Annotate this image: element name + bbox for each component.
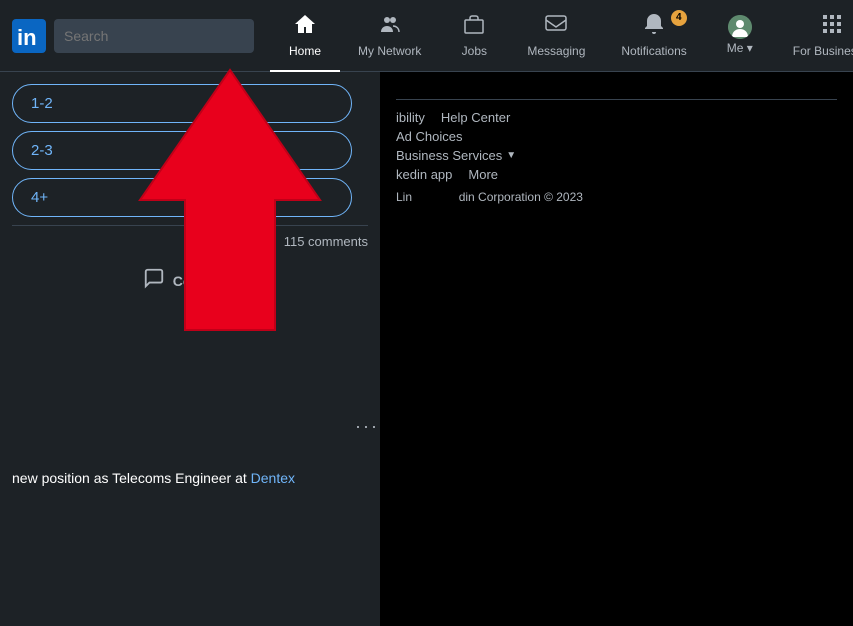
business-services-dropdown-icon: ▼	[506, 150, 516, 161]
for-business-icon	[820, 12, 844, 42]
my-network-icon	[378, 12, 402, 42]
comments-count: 115 comments	[12, 225, 368, 257]
comment-button[interactable]: Comment	[12, 257, 368, 304]
footer-link-business-services[interactable]: Business Services ▼	[396, 148, 516, 163]
footer-link-help-center[interactable]: Help Center	[441, 110, 510, 125]
nav-jobs-label: Jobs	[462, 44, 487, 58]
post-preview: new position as Telecoms Engineer at Den…	[0, 460, 375, 496]
nav-item-home[interactable]: Home	[270, 0, 340, 72]
copyright-text: Lin din Corporation © 2023	[396, 190, 837, 204]
range-btn-2-3[interactable]: 2-3	[12, 131, 352, 170]
footer-row-4: kedin app More	[396, 167, 837, 182]
nav-item-jobs[interactable]: Jobs	[439, 0, 509, 72]
range-btn-4plus[interactable]: 4+	[12, 178, 352, 217]
nav-mynetwork-label: My Network	[358, 44, 421, 58]
footer-row-1: ibility Help Center	[396, 110, 837, 125]
notifications-icon	[642, 12, 666, 42]
nav-home-label: Home	[289, 44, 321, 58]
range-btn-1-2[interactable]: 1-2	[12, 84, 352, 123]
nav-item-my-network[interactable]: My Network	[340, 0, 439, 72]
footer-row-2: Ad Choices	[396, 129, 837, 144]
nav-item-me[interactable]: Me ▾	[705, 0, 775, 72]
notifications-badge: 4	[671, 10, 687, 26]
footer-link-ad-choices[interactable]: Ad Choices	[396, 129, 462, 144]
comment-icon	[143, 267, 165, 294]
nav-item-messaging[interactable]: Messaging	[509, 0, 603, 72]
footer-link-ability[interactable]: ibility	[396, 110, 425, 125]
dentex-link[interactable]: Dentex	[251, 470, 295, 486]
left-panel: 1-2 2-3 4+ 115 comments Comment	[0, 72, 380, 626]
post-text: new position as Telecoms Engineer at	[12, 470, 251, 486]
me-avatar	[728, 15, 752, 39]
comment-label: Comment	[173, 273, 238, 289]
svg-text:in: in	[17, 25, 37, 50]
nav-me-label: Me ▾	[727, 41, 753, 55]
footer-divider	[396, 99, 837, 100]
nav-item-notifications[interactable]: 4 Notifications	[603, 0, 704, 72]
footer-links: ibility Help Center Ad Choices Business …	[380, 87, 853, 216]
home-icon	[293, 12, 317, 42]
nav-messaging-label: Messaging	[527, 44, 585, 58]
footer-link-more[interactable]: More	[468, 167, 498, 182]
top-navigation: in Home My Network Jobs	[0, 0, 853, 72]
search-input[interactable]	[54, 19, 254, 53]
nav-items: Home My Network Jobs Messaging	[270, 0, 853, 72]
nav-item-for-business[interactable]: For Business ▾	[775, 0, 853, 72]
right-panel: ibility Help Center Ad Choices Business …	[380, 72, 853, 626]
messaging-icon	[544, 12, 568, 42]
footer-link-linkedin-app[interactable]: kedin app	[396, 167, 452, 182]
linkedin-logo: in	[12, 19, 46, 53]
three-dots-menu[interactable]: ···	[355, 416, 379, 437]
nav-notifications-label: Notifications	[621, 44, 686, 58]
footer-row-3: Business Services ▼	[396, 148, 837, 163]
jobs-icon	[462, 12, 486, 42]
nav-forbusiness-label: For Business ▾	[793, 44, 853, 58]
